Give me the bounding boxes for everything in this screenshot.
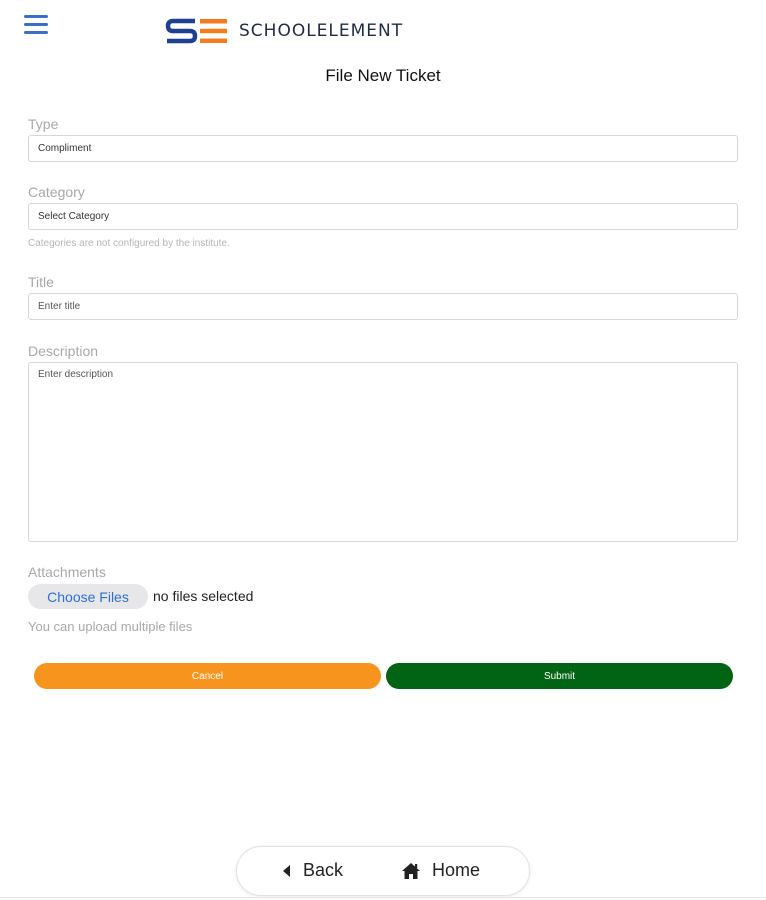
title-input[interactable]: [28, 293, 738, 320]
category-select[interactable]: Select Category: [28, 203, 738, 230]
home-label: Home: [432, 860, 481, 880]
description-label: Description: [28, 343, 99, 359]
choose-files-button[interactable]: Choose Files: [28, 584, 148, 609]
upload-hint: You can upload multiple files: [28, 619, 193, 634]
home-icon: [402, 862, 420, 879]
cancel-button[interactable]: Cancel: [34, 663, 381, 689]
category-help-text: Categories are not configured by the ins…: [28, 238, 230, 249]
title-label: Title: [28, 274, 54, 290]
submit-button[interactable]: Submit: [386, 663, 733, 689]
brand: SCHOOLELEMENT: [165, 18, 403, 44]
hamburger-menu-icon[interactable]: [24, 15, 48, 35]
description-textarea[interactable]: [28, 362, 738, 542]
brand-name: SCHOOLELEMENT: [239, 21, 404, 41]
page: SCHOOLELEMENT File New Ticket Type Compl…: [0, 0, 766, 900]
back-button[interactable]: Back: [283, 860, 343, 881]
caret-left-icon: [283, 864, 290, 877]
category-label: Category: [28, 184, 85, 200]
page-title: File New Ticket: [325, 66, 441, 85]
bottom-divider: [0, 897, 766, 898]
type-select[interactable]: Compliment: [28, 135, 738, 162]
attachments-label: Attachments: [28, 564, 106, 580]
type-label: Type: [28, 116, 59, 132]
home-button[interactable]: Home: [402, 860, 480, 881]
schoolelement-logo: [165, 18, 227, 44]
back-label: Back: [303, 860, 344, 880]
bottom-nav: Back Home: [236, 846, 530, 896]
file-selection-status: no files selected: [153, 588, 254, 604]
